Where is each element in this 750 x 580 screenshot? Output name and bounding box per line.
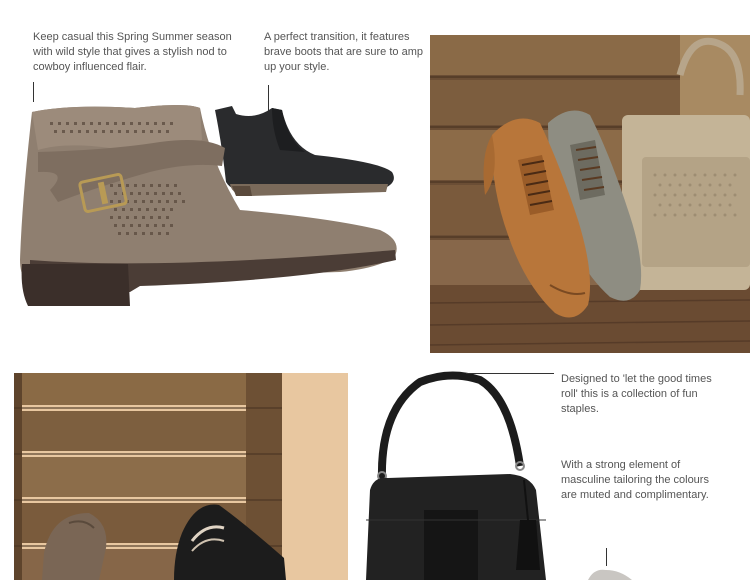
- tan-ankle-boot-icon: [20, 105, 397, 306]
- brogues-scene-illustration: [430, 35, 750, 353]
- caption-casual-spring: Keep casual this Spring Summer season wi…: [33, 31, 232, 73]
- black-bag-photo: [360, 370, 560, 580]
- heels-scene-photo: [14, 373, 348, 580]
- pointer-line-masculine: [606, 548, 607, 566]
- caption-masculine-tailoring: With a strong element of masculine tailo…: [561, 459, 709, 501]
- brogues-scene-photo: [430, 35, 750, 353]
- black-chelsea-boot-icon: [215, 106, 394, 196]
- lookbook-page: Keep casual this Spring Summer season wi…: [0, 0, 750, 580]
- caption-good-times: Designed to 'let the good times roll' th…: [561, 373, 712, 415]
- boots-illustration: [20, 105, 397, 306]
- black-bag-illustration: [366, 371, 546, 580]
- boots-photo: [10, 100, 410, 315]
- heels-scene-illustration: [14, 373, 348, 580]
- caption-perfect-transition: A perfect transition, it features brave …: [264, 31, 423, 73]
- black-hobo-bag-icon: [366, 371, 546, 580]
- grey-shoe-peek-icon: [588, 569, 632, 580]
- pointer-line-casual: [33, 82, 34, 102]
- grey-shoe-peek-photo: [580, 566, 640, 580]
- pointer-line-good-times: [466, 373, 554, 374]
